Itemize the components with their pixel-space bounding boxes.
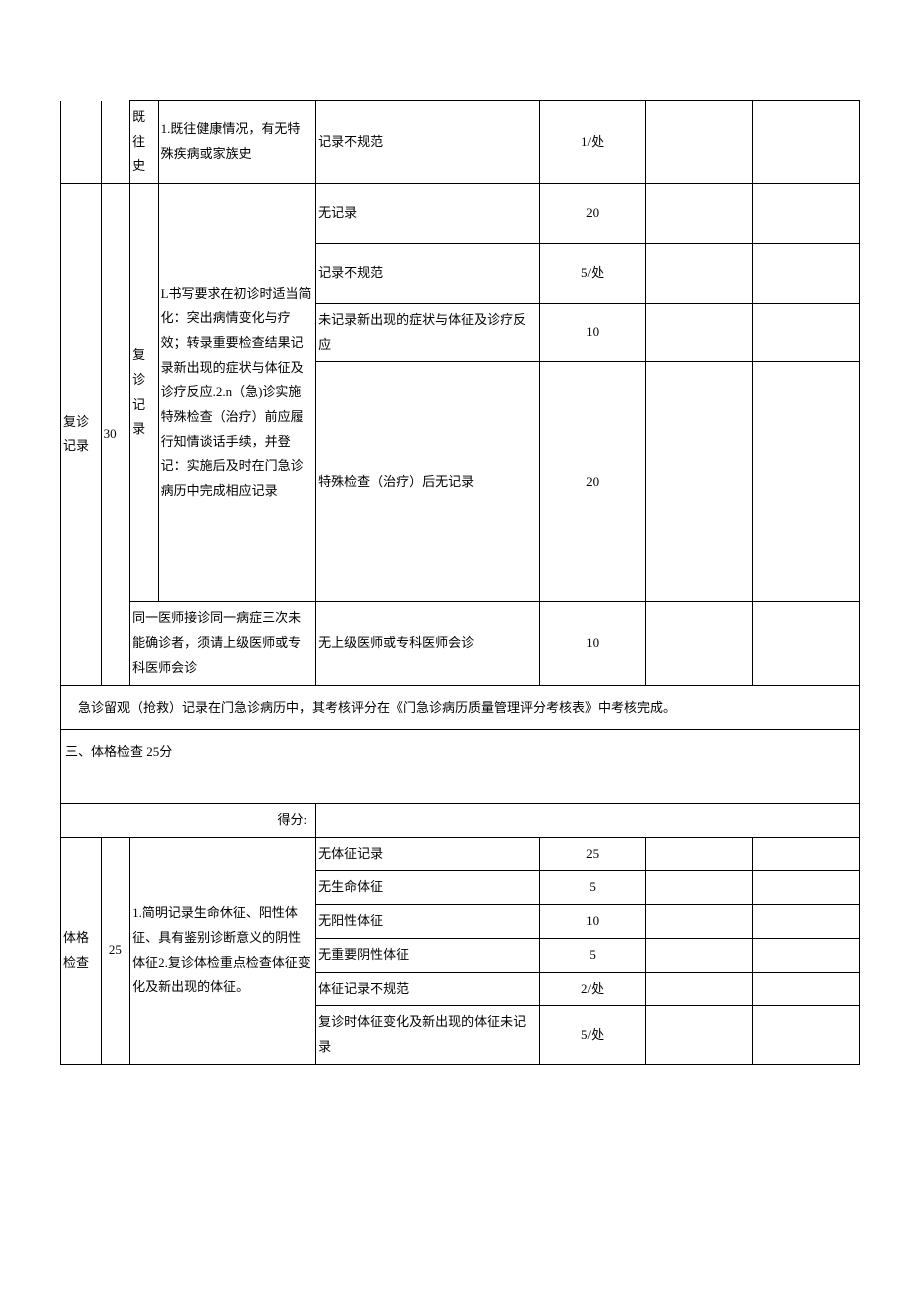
cell-blank — [646, 602, 753, 685]
cell-points: 25 — [101, 837, 129, 1064]
cell-issue: 无阳性体征 — [316, 905, 540, 939]
cell-issue: 记录不规范 — [316, 101, 540, 184]
cell-score: 5/处 — [539, 1006, 646, 1064]
note-text: 急诊留观（抢救）记录在门急诊病历中，其考核评分在《门急诊病历质量管理评分考核表》… — [65, 696, 855, 719]
cell-blank — [316, 804, 860, 838]
cell-blank — [646, 304, 753, 362]
cell-blank — [646, 184, 753, 244]
cell-blank — [753, 304, 860, 362]
cell-blank — [646, 101, 753, 184]
cell-blank — [753, 837, 860, 871]
cell-category: 既往史 — [130, 101, 158, 184]
cell-requirement: 1.既往健康情况，有无特殊疾病或家族史 — [158, 101, 316, 184]
cell-blank — [646, 972, 753, 1006]
cell-blank — [61, 101, 102, 184]
cell-issue: 无记录 — [316, 184, 540, 244]
cell-blank — [101, 101, 129, 184]
cell-blank — [646, 362, 753, 602]
cell-blank — [646, 871, 753, 905]
cell-note: 急诊留观（抢救）记录在门急诊病历中，其考核评分在《门急诊病历质量管理评分考核表》… — [61, 685, 860, 729]
cell-points: 30 — [101, 184, 129, 685]
cell-issue: 无重要阴性体征 — [316, 938, 540, 972]
cell-blank — [753, 362, 860, 602]
cell-requirement: 1.简明记录生命休征、阳性体征、具有鉴别诊断意义的阴性体征2.复诊体检重点检查体… — [130, 837, 316, 1064]
cell-issue: 记录不规范 — [316, 244, 540, 304]
cell-category: 复诊记录 — [130, 184, 158, 602]
cell-section-header: 三、体格检查 25分 — [61, 729, 860, 803]
cell-blank — [753, 184, 860, 244]
cell-issue: 无体征记录 — [316, 837, 540, 871]
cell-issue: 体征记录不规范 — [316, 972, 540, 1006]
cell-blank — [753, 602, 860, 685]
cell-score: 10 — [539, 304, 646, 362]
cell-section: 复诊记录 — [61, 184, 102, 685]
table-row: 得分: — [61, 804, 860, 838]
cell-issue: 复诊时体征变化及新出现的体征未记录 — [316, 1006, 540, 1064]
cell-issue: 未记录新出现的症状与体征及诊疗反应 — [316, 304, 540, 362]
assessment-table: 既往史 1.既往健康情况，有无特殊疾病或家族史 记录不规范 1/处 复诊记录 3… — [60, 100, 860, 1065]
cell-requirement: L书写要求在初诊时适当简化：突出病情变化与疗效；转录重要检查结果记录新出现的症状… — [158, 184, 316, 602]
cell-score: 10 — [539, 905, 646, 939]
cell-blank — [753, 871, 860, 905]
cell-blank — [753, 972, 860, 1006]
cell-score: 25 — [539, 837, 646, 871]
cell-blank — [753, 938, 860, 972]
cell-score: 5 — [539, 938, 646, 972]
table-row: 三、体格检查 25分 — [61, 729, 860, 803]
table-row: 复诊记录 30 复诊记录 L书写要求在初诊时适当简化：突出病情变化与疗效；转录重… — [61, 184, 860, 244]
cell-score: 20 — [539, 184, 646, 244]
cell-blank — [753, 244, 860, 304]
table-row: 同一医师接诊同一病症三次未能确诊者，须请上级医师或专科医师会诊 无上级医师或专科… — [61, 602, 860, 685]
cell-score: 5/处 — [539, 244, 646, 304]
cell-score: 20 — [539, 362, 646, 602]
cell-blank — [753, 905, 860, 939]
cell-blank — [753, 101, 860, 184]
cell-score: 2/处 — [539, 972, 646, 1006]
table-row: 既往史 1.既往健康情况，有无特殊疾病或家族史 记录不规范 1/处 — [61, 101, 860, 184]
section-title: 三、体格检查 25分 — [65, 738, 855, 767]
cell-blank — [646, 837, 753, 871]
cell-score: 1/处 — [539, 101, 646, 184]
score-label: 得分: — [61, 804, 316, 838]
cell-blank — [646, 905, 753, 939]
cell-blank — [646, 938, 753, 972]
cell-blank — [753, 1006, 860, 1064]
table-row: 急诊留观（抢救）记录在门急诊病历中，其考核评分在《门急诊病历质量管理评分考核表》… — [61, 685, 860, 729]
cell-blank — [646, 1006, 753, 1064]
cell-blank — [646, 244, 753, 304]
cell-issue: 特殊检查（治疗）后无记录 — [316, 362, 540, 602]
table-row: 体格检查 25 1.简明记录生命休征、阳性体征、具有鉴别诊断意义的阴性体征2.复… — [61, 837, 860, 871]
cell-issue: 无生命体征 — [316, 871, 540, 905]
cell-section: 体格检查 — [61, 837, 102, 1064]
cell-requirement: 同一医师接诊同一病症三次未能确诊者，须请上级医师或专科医师会诊 — [130, 602, 316, 685]
cell-score: 5 — [539, 871, 646, 905]
cell-issue: 无上级医师或专科医师会诊 — [316, 602, 540, 685]
cell-score: 10 — [539, 602, 646, 685]
